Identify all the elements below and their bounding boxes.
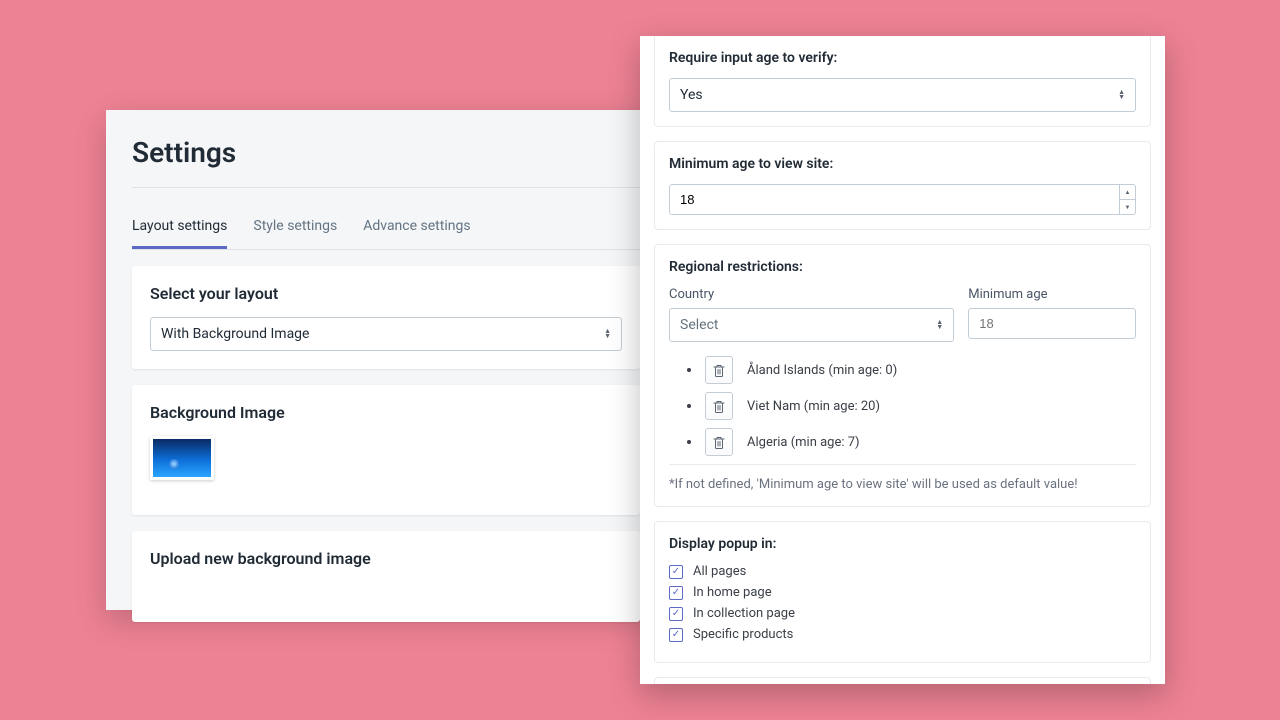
- list-item: Viet Nam (min age: 20): [687, 392, 1136, 420]
- delete-button[interactable]: [705, 392, 733, 420]
- country-value: Select: [670, 309, 953, 341]
- upload-title: Upload new background image: [150, 549, 622, 568]
- chevron-updown-icon: ▲▼: [604, 329, 611, 339]
- restriction-text: Åland Islands (min age: 0): [747, 363, 897, 378]
- chevron-updown-icon: ▲▼: [936, 320, 943, 330]
- option-label: In collection page: [693, 606, 795, 621]
- tab-layout-settings[interactable]: Layout settings: [132, 206, 227, 249]
- require-input-section: Require input age to verify: Yes ▲▼: [654, 36, 1151, 127]
- bullet-icon: [687, 404, 691, 408]
- tabs: Layout settings Style settings Advance s…: [132, 206, 640, 250]
- tab-advance-settings[interactable]: Advance settings: [363, 206, 470, 249]
- upload-card: Upload new background image: [132, 531, 640, 622]
- chevron-down-icon[interactable]: ▼: [1120, 200, 1135, 214]
- list-item: Algeria (min age: 7): [687, 428, 1136, 456]
- chevron-updown-icon: ▲▼: [1118, 90, 1125, 100]
- regional-section: Regional restrictions: Country Select ▲▼…: [654, 244, 1151, 507]
- bullet-icon: [687, 440, 691, 444]
- option-label: All pages: [693, 564, 746, 579]
- option-label: Specific products: [693, 627, 793, 642]
- restriction-text: Algeria (min age: 7): [747, 435, 860, 450]
- checkbox-specific-products[interactable]: ✓: [669, 628, 683, 642]
- list-item: Åland Islands (min age: 0): [687, 356, 1136, 384]
- page-title: Settings: [132, 136, 640, 169]
- regional-min-age-input[interactable]: [968, 308, 1136, 339]
- bullet-icon: [687, 368, 691, 372]
- settings-panel: Settings Layout settings Style settings …: [106, 110, 666, 610]
- layout-select[interactable]: With Background Image ▲▼: [150, 317, 622, 351]
- require-input-title: Require input age to verify:: [669, 50, 1136, 66]
- config-panel: Require input age to verify: Yes ▲▼ Mini…: [640, 36, 1165, 684]
- select-layout-card: Select your layout With Background Image…: [132, 266, 640, 369]
- option-label: In home page: [693, 585, 772, 600]
- display-popup-section: Display popup in: ✓ All pages ✓ In home pa…: [654, 521, 1151, 663]
- checkbox-all-pages[interactable]: ✓: [669, 565, 683, 579]
- trash-icon: [713, 364, 725, 377]
- restriction-list: Åland Islands (min age: 0) Viet Nam (min…: [687, 356, 1136, 456]
- background-thumbnail[interactable]: [150, 436, 214, 480]
- display-popup-title: Display popup in:: [669, 536, 1136, 552]
- regional-title: Regional restrictions:: [669, 259, 1136, 275]
- background-image-title: Background Image: [150, 403, 622, 422]
- chevron-up-icon[interactable]: ▲: [1120, 185, 1135, 200]
- require-input-select[interactable]: Yes ▲▼: [669, 78, 1136, 112]
- require-input-value: Yes: [670, 79, 1135, 111]
- trash-icon: [713, 400, 725, 413]
- min-age-input-wrap: ▲▼: [669, 184, 1136, 215]
- layout-select-value: With Background Image: [151, 318, 621, 350]
- country-label: Country: [669, 287, 954, 302]
- number-stepper[interactable]: ▲▼: [1119, 185, 1135, 214]
- regional-footnote: *If not defined, 'Minimum age to view si…: [669, 464, 1136, 492]
- delete-button[interactable]: [705, 356, 733, 384]
- min-age-input[interactable]: [670, 185, 1119, 214]
- divider: [132, 187, 640, 188]
- background-image-card: Background Image: [132, 385, 640, 515]
- restriction-text: Viet Nam (min age: 20): [747, 399, 880, 414]
- min-age-section: Minimum age to view site: ▲▼: [654, 141, 1151, 230]
- tab-style-settings[interactable]: Style settings: [253, 206, 337, 249]
- specific-products-row: Select specific products: Open Resource …: [654, 677, 1151, 684]
- checkbox-home-page[interactable]: ✓: [669, 586, 683, 600]
- select-layout-title: Select your layout: [150, 284, 622, 303]
- trash-icon: [713, 436, 725, 449]
- delete-button[interactable]: [705, 428, 733, 456]
- min-age-title: Minimum age to view site:: [669, 156, 1136, 172]
- regional-min-age-label: Minimum age: [968, 287, 1136, 302]
- country-select[interactable]: Select ▲▼: [669, 308, 954, 342]
- checkbox-collection-page[interactable]: ✓: [669, 607, 683, 621]
